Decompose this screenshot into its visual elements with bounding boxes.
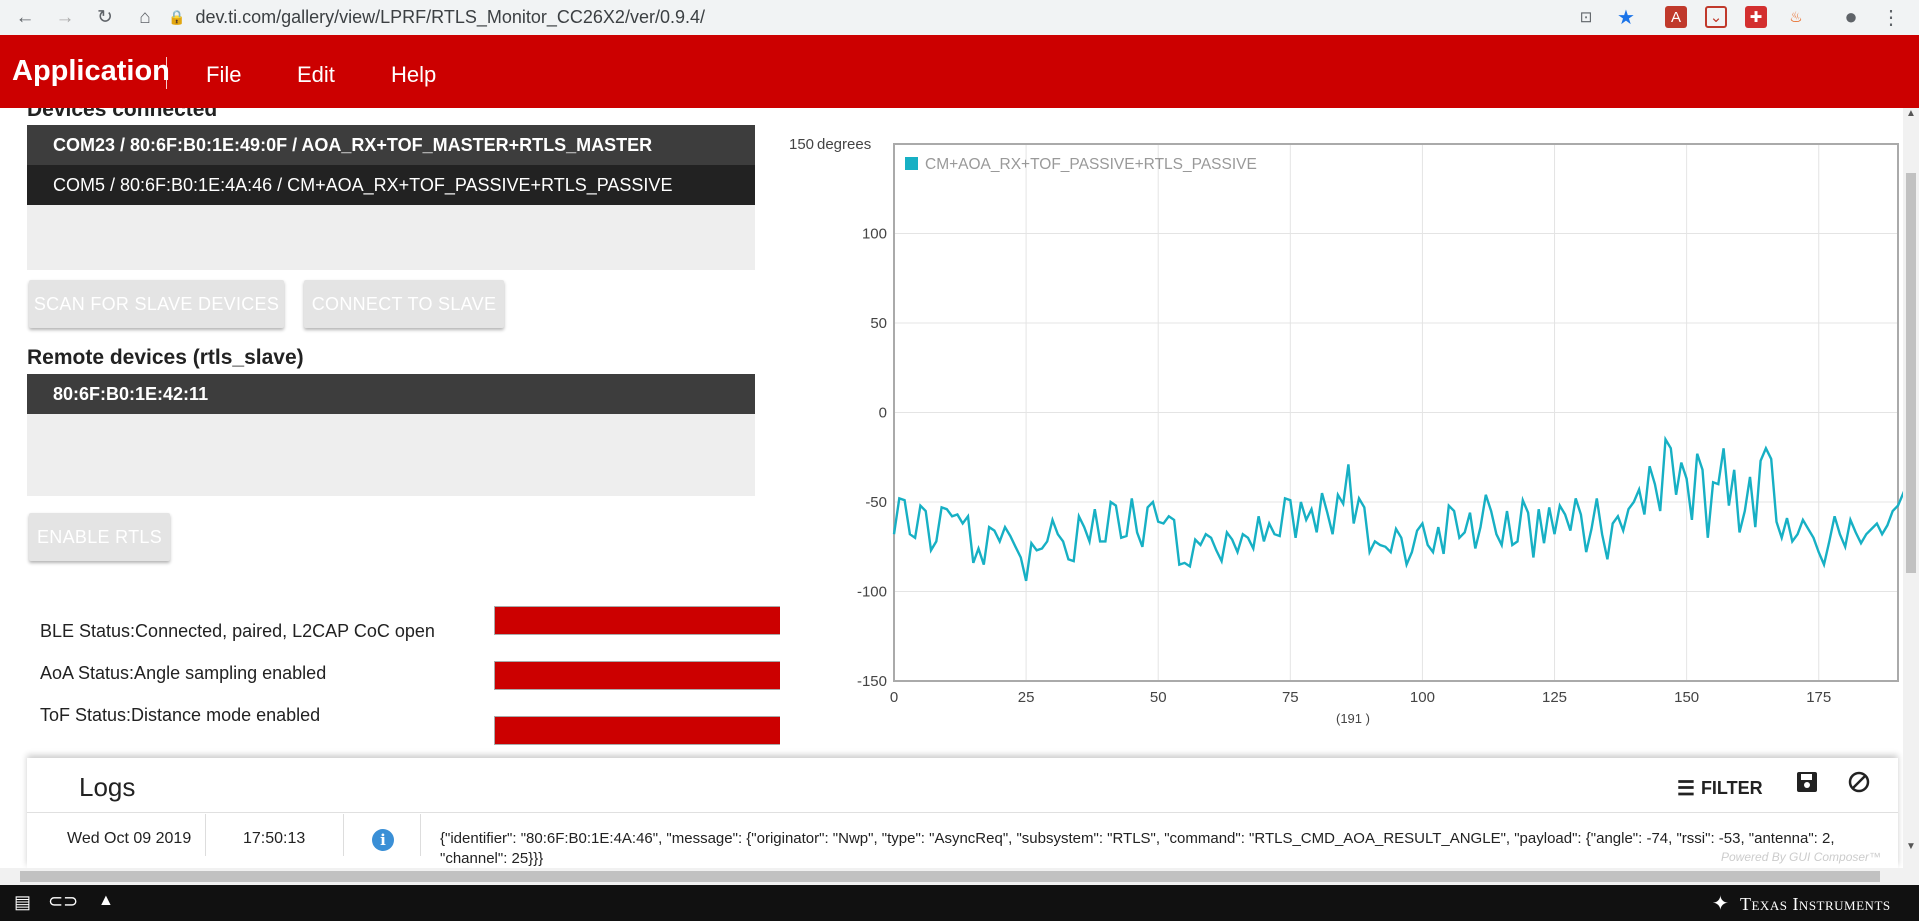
menu-edit[interactable]: Edit: [297, 62, 335, 88]
x-tick-label: 175: [1806, 689, 1831, 706]
vertical-scrollbar[interactable]: ▲ ▼: [1903, 108, 1919, 885]
menu-file[interactable]: File: [206, 62, 241, 88]
tof-status-indicator: [494, 716, 780, 745]
more-menu-icon[interactable]: ⋮: [1880, 6, 1902, 29]
status-bar-footer: ▤ ⊂⊃ ▲ ✦ Texas Instruments: [0, 885, 1919, 921]
connection-icon[interactable]: ⊂⊃: [48, 891, 78, 912]
pocket-extension-icon[interactable]: ⌄: [1705, 6, 1727, 28]
bookmark-star-icon[interactable]: ★: [1615, 6, 1637, 29]
x-tick-label: 0: [890, 689, 898, 706]
horizontal-scroll-thumb[interactable]: [20, 871, 1880, 882]
legend-label: CM+AOA_RX+TOF_PASSIVE+RTLS_PASSIVE: [925, 156, 1257, 173]
back-arrow-icon[interactable]: ←: [10, 0, 40, 35]
url-text: dev.ti.com/gallery/view/LPRF/RTLS_Monito…: [195, 6, 705, 27]
app-header: Application File Edit Help: [0, 35, 1919, 108]
devices-list: COM23 / 80:6F:B0:1E:49:0F / AOA_RX+TOF_M…: [27, 125, 755, 270]
tof-status-label: ToF Status:Distance mode enabled: [40, 705, 321, 725]
y-axis-unit: degrees: [817, 136, 871, 153]
devices-connected-title: Devices connected: [27, 108, 218, 121]
vertical-scroll-thumb[interactable]: [1906, 173, 1916, 573]
pdf-extension-icon[interactable]: A: [1665, 6, 1687, 28]
y-tick-label: -50: [865, 494, 887, 511]
y-axis-ticks: 100 50 0 -50 -100 -150 150: [789, 136, 887, 690]
log-date: Wed Oct 09 2019: [67, 830, 192, 847]
device-item[interactable]: COM23 / 80:6F:B0:1E:49:0F / AOA_RX+TOF_M…: [27, 125, 755, 165]
ble-status-indicator: [494, 606, 780, 635]
account-icon[interactable]: ●: [1840, 4, 1862, 29]
log-message-line2: "channel": 25}}}: [440, 850, 544, 867]
series-line: [892, 435, 1903, 582]
aoa-status-indicator: [494, 661, 780, 690]
remote-devices-title: Remote devices (rtls_slave): [27, 346, 304, 369]
logs-panel: Logs ☰ FILTER Wed Oct 09 2019 17:50:13 i…: [27, 758, 1898, 868]
x-tick-label: 100: [1410, 689, 1435, 706]
x-axis-caption: (191 ): [1336, 711, 1370, 726]
scroll-up-arrow-icon[interactable]: ▲: [1906, 108, 1916, 119]
scan-for-slave-button[interactable]: SCAN FOR SLAVE DEVICES: [29, 280, 284, 328]
log-time: 17:50:13: [243, 830, 306, 847]
y-tick-label: -100: [857, 584, 887, 601]
device-item[interactable]: COM5 / 80:6F:B0:1E:4A:46 / CM+AOA_RX+TOF…: [27, 165, 755, 205]
powered-by-text: Powered By GUI Composer™: [1721, 850, 1882, 864]
remote-device-item[interactable]: 80:6F:B0:1E:42:11: [27, 374, 755, 414]
forward-arrow-icon[interactable]: →: [50, 0, 80, 35]
column-divider: [420, 814, 421, 856]
enable-rtls-button[interactable]: ENABLE RTLS: [29, 513, 170, 561]
book-icon[interactable]: ▤: [14, 892, 31, 913]
clear-icon[interactable]: [1847, 770, 1871, 794]
reload-icon[interactable]: ↻: [90, 0, 120, 35]
legend-swatch: [905, 157, 918, 170]
y-tick-label: 100: [862, 226, 887, 243]
x-tick-label: 25: [1018, 689, 1035, 706]
scroll-down-arrow-icon[interactable]: ▼: [1906, 841, 1916, 852]
logs-header-divider: [27, 812, 1898, 813]
home-icon[interactable]: ⌂: [130, 0, 160, 35]
x-tick-label: 125: [1542, 689, 1567, 706]
lock-icon: 🔒: [168, 8, 186, 25]
x-tick-label: 50: [1150, 689, 1167, 706]
y-tick-label: 150: [789, 136, 814, 153]
y-tick-label: -150: [857, 673, 887, 690]
column-divider: [343, 814, 344, 856]
y-tick-label: 50: [870, 315, 887, 332]
menu-help[interactable]: Help: [391, 62, 436, 88]
header-divider: [166, 57, 167, 89]
horizontal-scrollbar[interactable]: [0, 868, 1903, 885]
ble-status-label: BLE Status:Connected, paired, L2CAP CoC …: [40, 621, 435, 641]
angle-chart: 100 50 0 -50 -100 -150 150 0 25 50 75 100 125 150 175…: [789, 136, 1903, 726]
x-tick-label: 75: [1282, 689, 1299, 706]
browser-toolbar: ← → ↻ ⌂ 🔒 dev.ti.com/gallery/view/LPRF/R…: [0, 0, 1919, 36]
filter-label: FILTER: [1700, 778, 1763, 798]
column-divider: [205, 814, 206, 856]
info-icon: i: [372, 829, 394, 851]
save-icon[interactable]: [1795, 770, 1819, 794]
flame-extension-icon[interactable]: ♨: [1785, 6, 1807, 28]
left-panel: Devices connected COM23 / 80:6F:B0:1E:49…: [0, 108, 780, 758]
filter-icon: ☰: [1677, 778, 1695, 800]
filter-button[interactable]: ☰ FILTER: [1677, 776, 1763, 801]
app-title: Application: [12, 55, 170, 87]
logs-title: Logs: [79, 772, 136, 802]
aoa-status-label: AoA Status:Angle sampling enabled: [40, 663, 327, 683]
chart-grid: [893, 143, 1898, 682]
translate-icon[interactable]: ⊡: [1575, 6, 1597, 28]
address-bar[interactable]: 🔒 dev.ti.com/gallery/view/LPRF/RTLS_Moni…: [168, 2, 1568, 32]
ti-extension-icon[interactable]: ✚: [1745, 6, 1767, 28]
log-message-line1: {"identifier": "80:6F:B0:1E:4A:46", "mes…: [440, 830, 1835, 847]
x-tick-label: 150: [1674, 689, 1699, 706]
ti-brand-text: Texas Instruments: [1740, 894, 1891, 914]
remote-devices-list: 80:6F:B0:1E:42:11: [27, 374, 755, 496]
x-axis-ticks: 0 25 50 75 100 125 150 175: [890, 689, 1831, 706]
y-tick-label: 0: [879, 405, 887, 422]
caret-up-icon[interactable]: ▲: [98, 892, 114, 910]
ti-logo-icon: ✦: [1712, 893, 1729, 915]
connect-to-slave-button[interactable]: CONNECT TO SLAVE: [304, 280, 504, 328]
